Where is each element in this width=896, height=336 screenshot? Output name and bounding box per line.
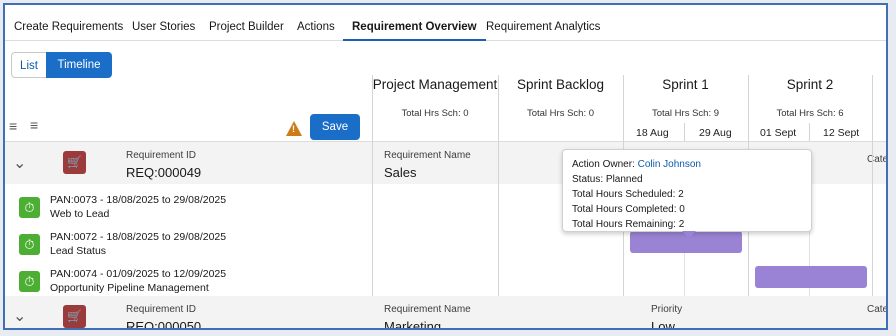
column-title: Sprint 1 <box>662 77 709 92</box>
column-sprint-backlog: Sprint Backlog Total Hrs Sch: 0 <box>498 75 623 141</box>
requirement-id: REQ:000050 <box>126 319 202 330</box>
tab-project-builder[interactable]: Project Builder <box>209 5 284 41</box>
action-title[interactable]: Web to Lead <box>50 208 109 220</box>
timer-icon: ⏱ <box>19 197 40 218</box>
timer-icon: ⏱ <box>19 234 40 255</box>
tooltip-status: Status: Planned <box>572 174 643 185</box>
action-code[interactable]: PAN:0074 - 01/09/2025 to 12/09/2025 <box>50 268 226 280</box>
requirement-name-label: Requirement Name <box>384 150 471 161</box>
sprint-2-start-date: 01 Sept <box>760 127 797 139</box>
column-hours: Total Hrs Sch: 0 <box>401 108 469 119</box>
action-title[interactable]: Opportunity Pipeline Management <box>50 282 209 294</box>
column-title: Sprint Backlog <box>516 77 605 92</box>
category-label: Cate <box>867 154 888 165</box>
requirement-overview-window: Create Requirements User Stories Project… <box>3 3 888 330</box>
action-title[interactable]: Lead Status <box>50 245 106 257</box>
tab-actions[interactable]: Actions <box>297 5 335 41</box>
tooltip-hours-remaining: Total Hours Remaining: 2 <box>572 219 685 230</box>
tooltip-owner-label: Action Owner: <box>572 159 638 170</box>
category-label: Cate <box>867 304 888 315</box>
grid-line <box>872 75 873 328</box>
requirement-id-label: Requirement ID <box>126 150 197 161</box>
column-title: Sprint 2 <box>786 77 834 92</box>
column-hours: Total Hrs Sch: 9 <box>651 108 720 119</box>
column-title: Project Management <box>372 77 498 92</box>
sprint-2-divider <box>809 123 810 141</box>
tooltip-hours-completed: Total Hours Completed: 0 <box>572 204 685 215</box>
tab-create-requirements[interactable]: Create Requirements <box>14 5 123 41</box>
cart-icon: 🛒 <box>63 151 86 174</box>
column-hours: Total Hrs Sch: 6 <box>776 108 844 119</box>
priority-value: Low <box>651 319 675 330</box>
tab-requirement-analytics[interactable]: Requirement Analytics <box>486 5 600 41</box>
column-hours: Total Hrs Sch: 0 <box>526 108 595 119</box>
sprint-1-end-date: 29 Aug <box>699 127 732 139</box>
requirement-id-label: Requirement ID <box>126 304 197 315</box>
list-view-button[interactable]: List <box>11 52 46 78</box>
gantt-bar-opportunity-pipeline[interactable] <box>755 266 867 288</box>
tooltip-pointer <box>682 231 696 238</box>
tooltip-owner: Action Owner: Colin Johnson <box>572 157 802 172</box>
tab-bar: Create Requirements User Stories Project… <box>5 5 886 41</box>
requirement-id: REQ:000049 <box>126 165 202 180</box>
chevron-down-icon[interactable]: ⌄ <box>13 153 26 173</box>
requirement-name: Sales <box>384 165 417 180</box>
timeline-view-button[interactable]: Timeline <box>46 52 112 78</box>
collapse-all-icon[interactable]: ≡ <box>9 118 17 134</box>
grid-line <box>498 75 499 328</box>
sprint-1-divider <box>684 123 685 141</box>
sprint-2-end-date: 12 Sept <box>823 127 860 139</box>
chevron-down-icon[interactable]: ⌄ <box>13 306 26 326</box>
cart-icon: 🛒 <box>63 305 86 328</box>
grid-line <box>372 75 373 328</box>
expand-all-icon[interactable]: ≡ <box>30 117 38 133</box>
action-code[interactable]: PAN:0072 - 18/08/2025 to 29/08/2025 <box>50 231 226 243</box>
requirement-row[interactable]: ⌄ 🛒 Requirement ID REQ:000050 Requiremen… <box>5 296 888 330</box>
action-owner-link[interactable]: Colin Johnson <box>638 159 701 170</box>
save-button[interactable]: Save <box>310 114 360 140</box>
requirement-name: Marketing <box>384 319 442 330</box>
warning-icon: ! <box>286 121 302 136</box>
sprint-1-start-date: 18 Aug <box>636 127 669 139</box>
tab-user-stories[interactable]: User Stories <box>132 5 195 41</box>
priority-label: Priority <box>651 304 683 315</box>
action-tooltip: Action Owner: Colin Johnson Status: Plan… <box>562 149 812 232</box>
timer-icon: ⏱ <box>19 271 40 292</box>
action-code[interactable]: PAN:0073 - 18/08/2025 to 29/08/2025 <box>50 194 226 206</box>
requirement-name-label: Requirement Name <box>384 304 471 315</box>
tab-requirement-overview[interactable]: Requirement Overview <box>343 5 486 41</box>
tooltip-hours-scheduled: Total Hours Scheduled: 2 <box>572 189 684 200</box>
column-project-management: Project Management Total Hrs Sch: 0 <box>372 75 498 141</box>
